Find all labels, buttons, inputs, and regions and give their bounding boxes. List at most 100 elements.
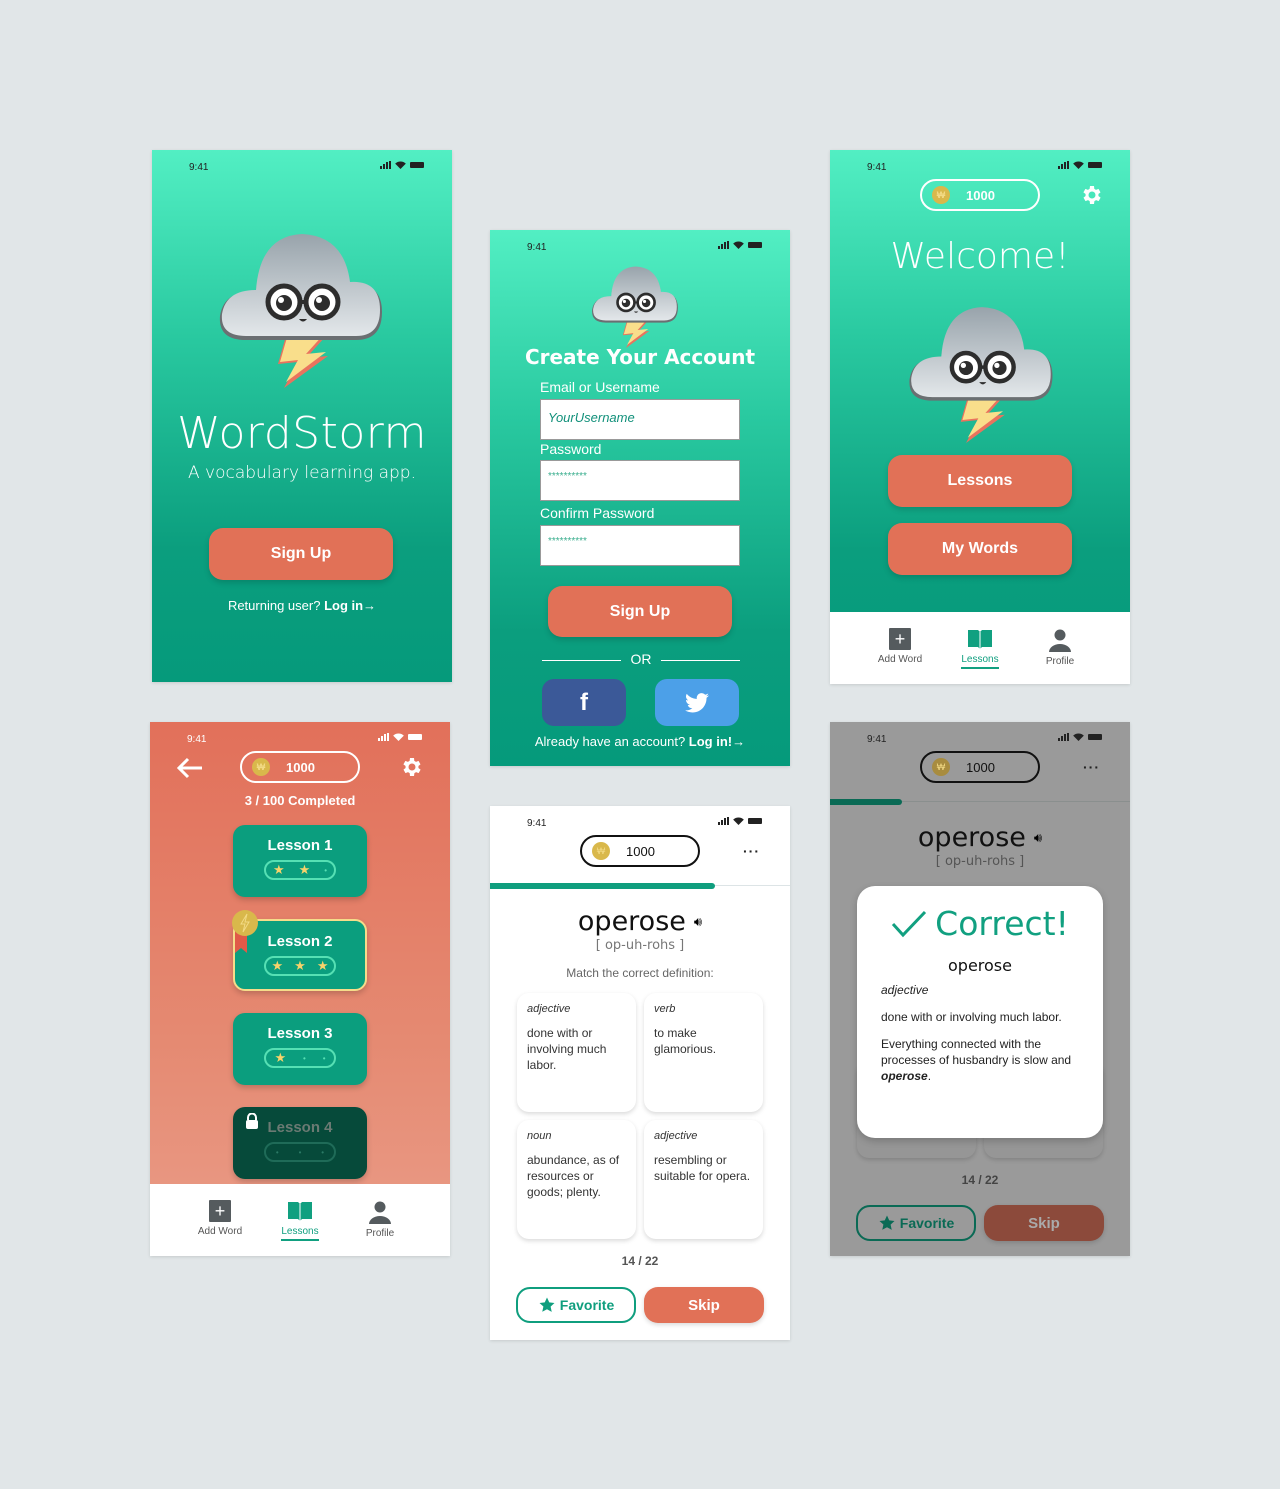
status-time: 9:41 xyxy=(527,818,547,829)
lesson-card[interactable]: Lesson 2 ★ ★ ★ xyxy=(232,910,367,991)
lesson-name: Lesson 3 xyxy=(267,1025,333,1042)
completion-progress: 3 / 100 Completed xyxy=(244,793,356,808)
welcome-screen: 9:41 ₩ 1000 Welcome! Lessons My Words + … xyxy=(830,150,1130,684)
speaker-icon[interactable]: 🔊︎ xyxy=(694,914,702,930)
coin-balance[interactable]: ₩ 1000 xyxy=(920,751,1040,783)
lesson-card[interactable]: Lesson 1 ★ ★ • xyxy=(233,825,367,897)
mascot-cloud-icon xyxy=(216,218,386,388)
battery-icon xyxy=(748,242,762,248)
app-subtitle: A vocabulary learning app. xyxy=(188,463,416,483)
word-header: operose 🔊︎ xyxy=(830,822,1130,853)
star-empty-icon: • xyxy=(322,1053,326,1063)
wifi-icon xyxy=(1073,161,1084,169)
log-in-link[interactable]: Log in→ xyxy=(324,598,376,613)
back-arrow-icon[interactable] xyxy=(176,757,204,779)
speaker-icon[interactable]: 🔊︎ xyxy=(1034,830,1042,846)
checkmark-icon xyxy=(892,910,927,937)
wifi-icon xyxy=(1073,733,1084,741)
mascot-cloud-icon xyxy=(906,293,1056,443)
returning-user-text: Returning user? Log in→ xyxy=(152,598,452,613)
log-in-link[interactable]: Log in!→ xyxy=(689,734,745,749)
facebook-icon: f xyxy=(580,688,588,716)
star-rating: ★ • • xyxy=(264,1048,336,1068)
definition-option[interactable]: adjective resembling or suitable for ope… xyxy=(644,1120,763,1239)
lesson-card[interactable]: Lesson 3 ★ • • xyxy=(233,1013,367,1085)
email-field[interactable]: YourUsername xyxy=(540,399,740,440)
status-bar: 9:41 xyxy=(830,722,1130,752)
favorite-button[interactable]: Favorite xyxy=(516,1287,636,1323)
star-icon xyxy=(538,1296,556,1314)
part-of-speech: verb xyxy=(654,1003,676,1015)
part-of-speech: adjective xyxy=(654,1130,698,1142)
coin-balance[interactable]: ₩ 1000 xyxy=(920,179,1040,211)
coin-count: 1000 xyxy=(286,759,315,775)
word-header: operose 🔊︎ xyxy=(490,906,790,937)
returning-user-label: Returning user? xyxy=(227,598,325,613)
example-word: operose xyxy=(881,1069,928,1083)
nav-profile[interactable]: Profile xyxy=(1037,628,1083,684)
lessons-button[interactable]: Lessons xyxy=(888,455,1072,507)
nav-profile[interactable]: Profile xyxy=(357,1200,403,1256)
definition-option[interactable]: noun abundance, as of resources or goods… xyxy=(517,1120,636,1239)
gear-icon[interactable] xyxy=(399,755,423,779)
twitter-button[interactable] xyxy=(655,679,739,726)
sign-up-button[interactable]: Sign Up xyxy=(548,586,732,637)
progress-bar xyxy=(830,799,902,805)
star-icon xyxy=(878,1214,896,1232)
facebook-button[interactable]: f xyxy=(542,679,626,726)
star-empty-icon: • xyxy=(321,1147,325,1157)
part-of-speech: adjective xyxy=(881,983,929,997)
wifi-icon xyxy=(395,161,406,169)
correct-label: Correct! xyxy=(935,904,1069,943)
example-suffix: . xyxy=(927,1069,932,1083)
person-icon xyxy=(1049,629,1071,652)
wifi-icon xyxy=(393,733,404,741)
splash-screen: 9:41 WordStorm A vocabulary learning app… xyxy=(152,150,452,682)
star-empty-icon: • xyxy=(275,1147,279,1157)
nav-label: Lessons xyxy=(961,654,999,669)
book-icon xyxy=(288,1202,312,1221)
favorite-button[interactable]: Favorite xyxy=(856,1205,976,1241)
coin-icon: ₩ xyxy=(932,186,950,204)
status-time: 9:41 xyxy=(189,162,209,173)
confirm-password-label: Confirm Password xyxy=(540,505,655,521)
coin-balance[interactable]: ₩ 1000 xyxy=(240,751,360,783)
definition-text: done with or involving much labor. xyxy=(527,1026,607,1072)
wifi-icon xyxy=(733,241,744,249)
confirm-password-field[interactable]: ********** xyxy=(540,525,740,566)
skip-button[interactable]: Skip xyxy=(984,1205,1104,1241)
password-field[interactable]: ********** xyxy=(540,460,740,501)
nav-label: Profile xyxy=(1045,656,1075,667)
coin-count: 1000 xyxy=(966,759,995,775)
password-label: Password xyxy=(540,441,602,457)
star-filled-icon: ★ xyxy=(298,862,311,877)
nav-add-word[interactable]: + Add Word xyxy=(877,628,923,684)
signal-icon xyxy=(378,733,389,741)
vocab-word: operose xyxy=(917,822,1026,853)
nav-lessons[interactable]: Lessons xyxy=(277,1200,323,1256)
more-options-button[interactable]: ··· xyxy=(743,843,760,859)
star-filled-icon: ★ xyxy=(271,958,284,973)
sign-up-button[interactable]: Sign Up xyxy=(209,528,393,580)
already-account-label: Already have an account? xyxy=(534,734,689,749)
nav-label: Add Word xyxy=(877,654,923,665)
battery-icon xyxy=(408,734,422,740)
my-words-button[interactable]: My Words xyxy=(888,523,1072,575)
coin-icon: ₩ xyxy=(932,758,950,776)
coin-count: 1000 xyxy=(626,843,655,859)
lesson-name: Lesson 1 xyxy=(267,837,333,854)
bottom-nav: + Add Word Lessons Profile xyxy=(830,612,1130,684)
definition-option[interactable]: verb to make glamorious. xyxy=(644,993,763,1112)
nav-add-word[interactable]: + Add Word xyxy=(197,1200,243,1256)
skip-button[interactable]: Skip xyxy=(644,1287,764,1323)
coin-balance[interactable]: ₩ 1000 xyxy=(580,835,700,867)
definition-option[interactable]: adjective done with or involving much la… xyxy=(517,993,636,1112)
signal-icon xyxy=(718,241,729,249)
pronunciation: [ op-uh-rohs ] xyxy=(595,938,685,953)
pronunciation: [ op-uh-rohs ] xyxy=(935,854,1025,869)
more-options-button[interactable]: ··· xyxy=(1083,759,1100,775)
lesson-card: Lesson 4 • • • xyxy=(233,1107,367,1179)
gear-icon[interactable] xyxy=(1079,183,1103,207)
nav-lessons[interactable]: Lessons xyxy=(957,628,1003,684)
star-empty-icon: • xyxy=(324,865,327,875)
